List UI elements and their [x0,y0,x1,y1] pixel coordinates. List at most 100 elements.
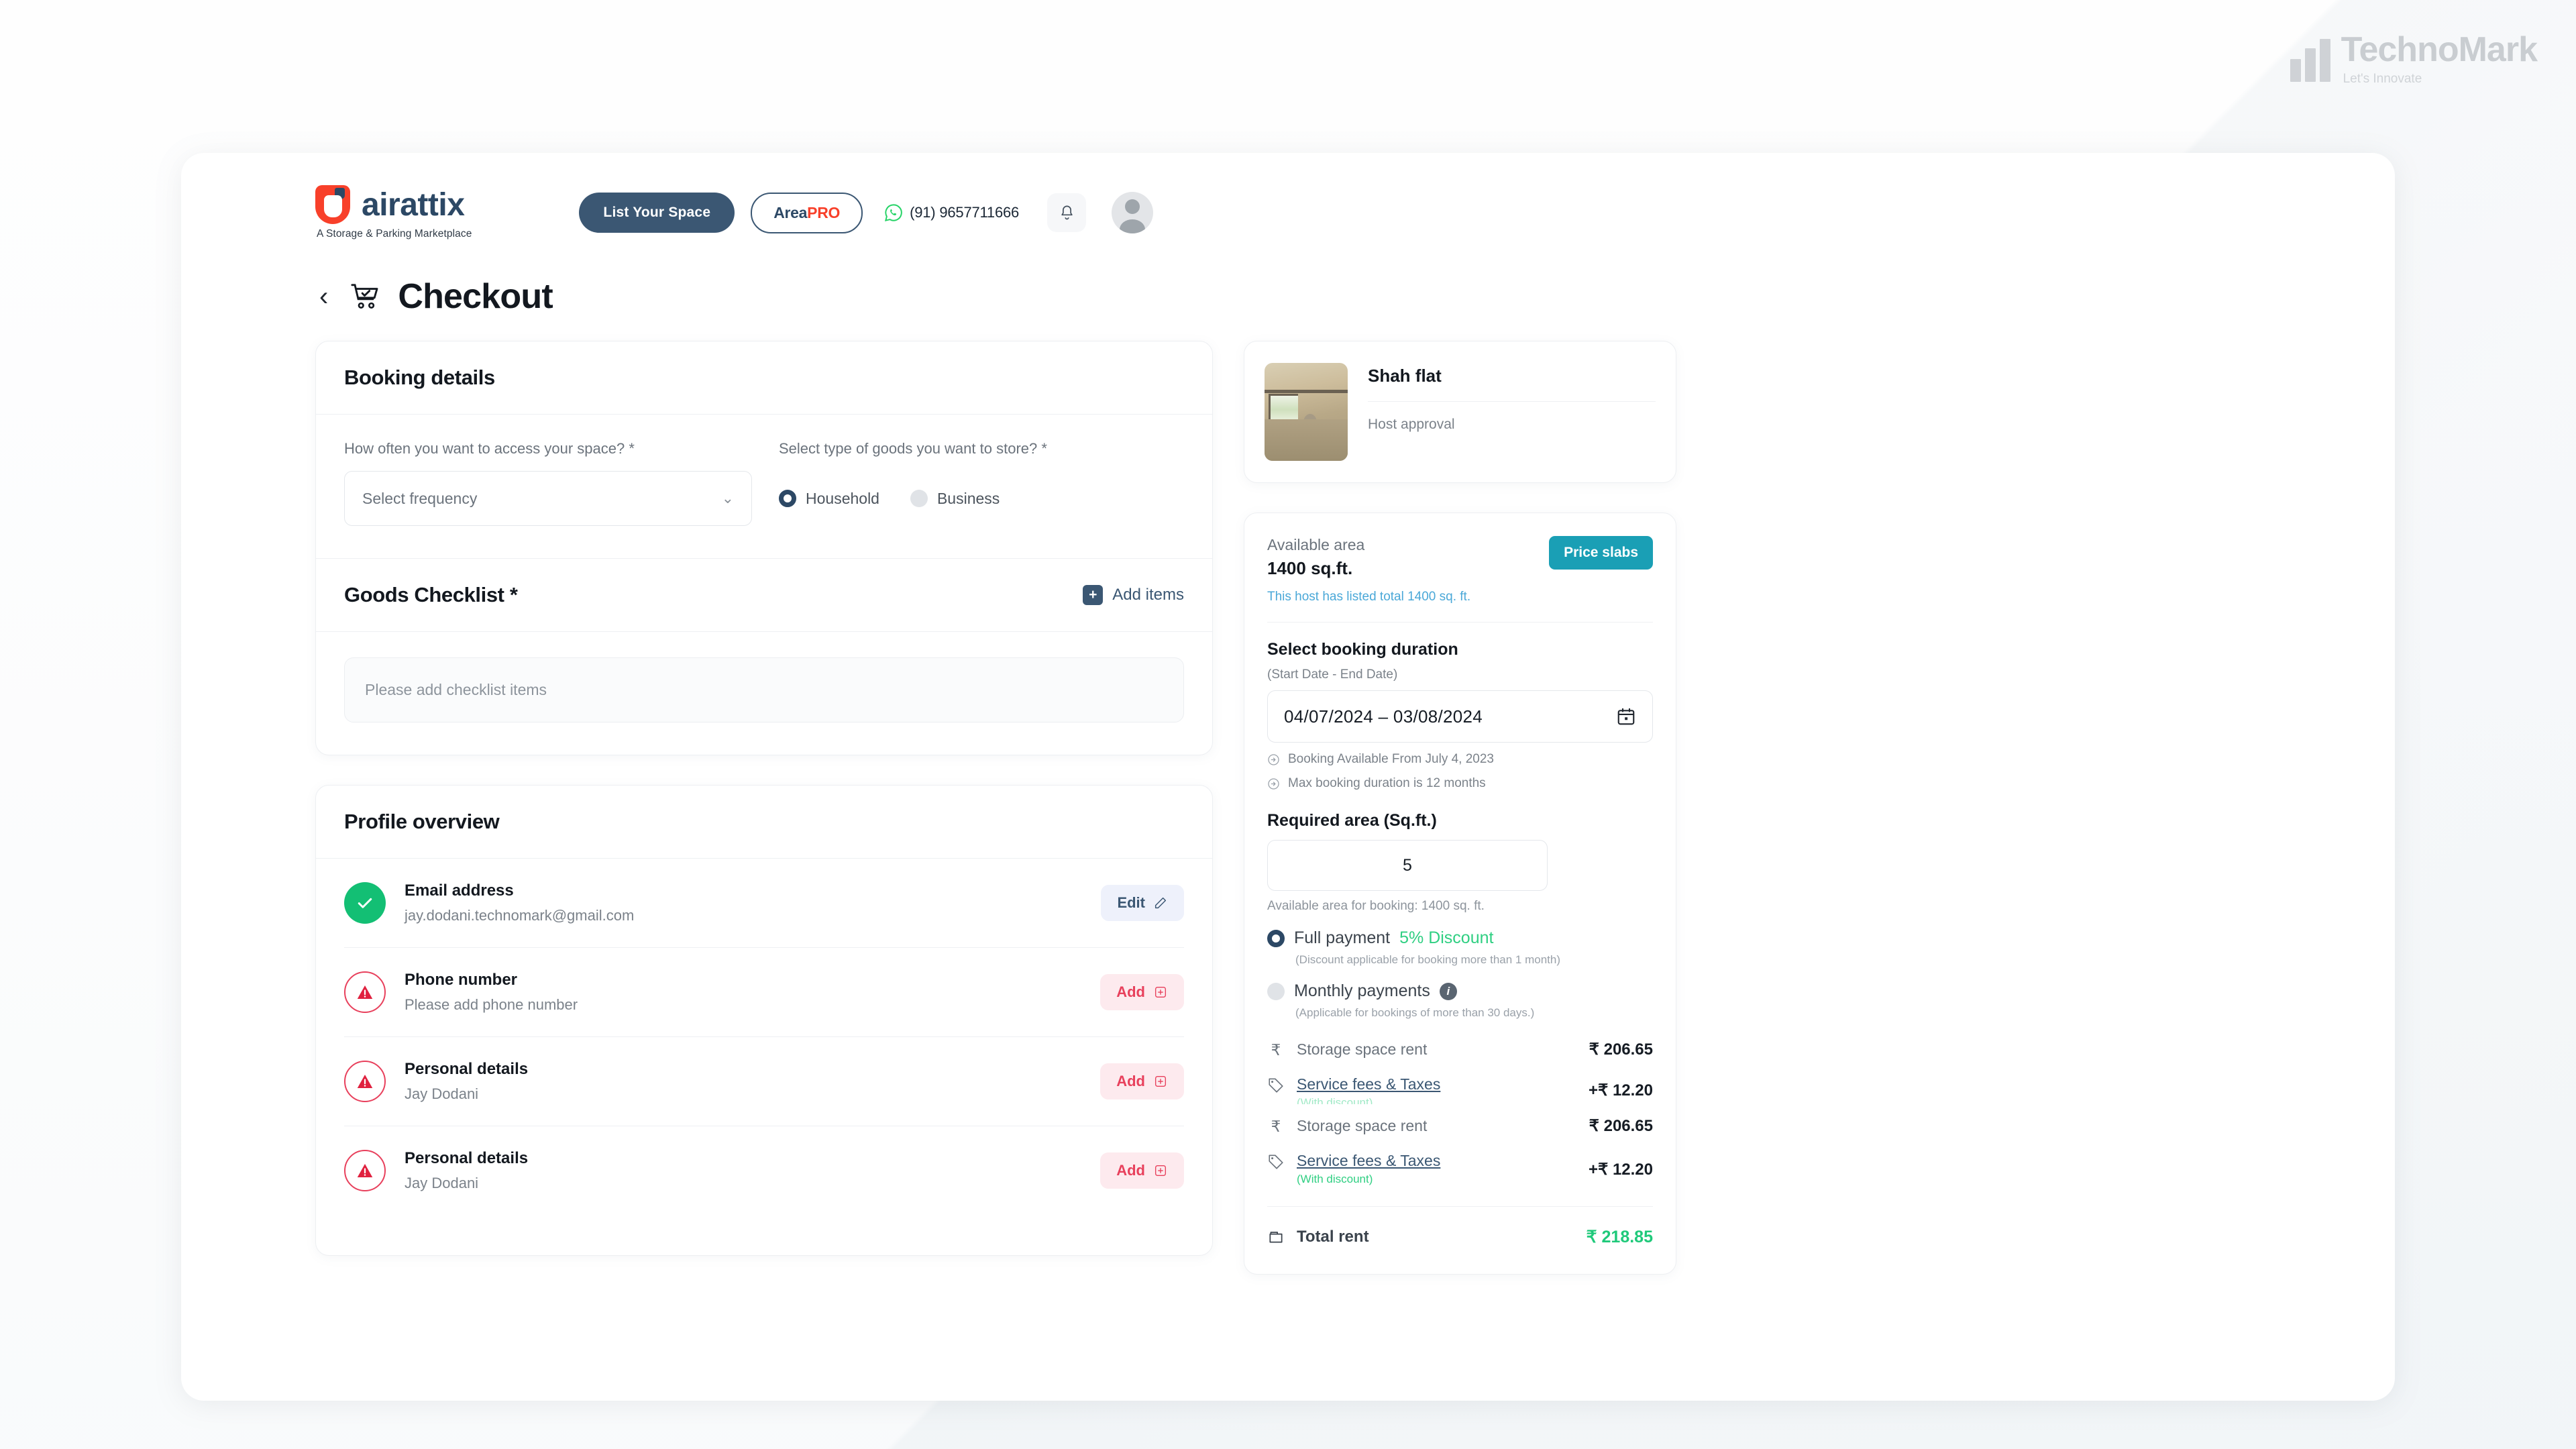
full-payment-discount: 5% Discount [1399,928,1494,947]
notification-bell-button[interactable] [1047,193,1087,232]
space-name: Shah flat [1368,366,1656,402]
user-avatar[interactable] [1112,192,1154,233]
price-slabs-button[interactable]: Price slabs [1549,536,1653,570]
tag-icon [1269,1155,1283,1169]
payment-option-full[interactable]: Full payment 5% Discount [1267,928,1653,948]
chevron-down-icon: ⌄ [721,490,734,506]
required-area-note: Available area for booking: 1400 sq. ft. [1267,899,1485,913]
goods-option-business[interactable]: Business [910,490,1000,508]
browser-window: airattix A Storage & Parking Marketplace… [181,153,2395,1401]
add-personal-details-button-2[interactable]: Add [1100,1152,1184,1189]
full-payment-label: Full payment [1294,928,1391,947]
table-row: Email address jay.dodani.technomark@gmai… [344,859,1184,948]
price-row-amount: +₹ 12.20 [1588,1161,1653,1179]
table-row: Personal details Jay Dodani Add [344,1037,1184,1126]
profile-row-subtitle: Jay Dodani [405,1175,479,1191]
list-your-space-button[interactable]: List Your Space [579,193,735,233]
booking-duration-subtitle: (Start Date - End Date) [1267,667,1398,682]
areapro-label-pro: PRO [807,203,841,221]
booking-duration-title: Select booking duration [1267,640,1458,659]
booking-hint-text: Booking Available From July 4, 2023 [1288,752,1494,766]
profile-overview-card: Profile overview Email address jay.dodan… [315,785,1213,1256]
checklist-empty-message: Please add checklist items [344,657,1184,722]
frequency-field: How often you want to access your space?… [344,440,752,526]
technomark-watermark: TechnoMark Let's Innovate [2290,30,2538,86]
required-area-title: Required area (Sq.ft.) [1267,811,1437,830]
radio-business-icon [910,490,928,507]
total-rent-label: Total rent [1297,1228,1369,1246]
price-row: ₹ Storage space rent ₹ 206.65 [1267,1116,1653,1136]
add-items-label: Add items [1112,586,1184,604]
total-rent-amount: ₹ 218.85 [1586,1228,1653,1246]
service-fees-link[interactable]: Service fees & Taxes [1297,1075,1440,1093]
profile-row-title: Personal details [405,1060,529,1078]
price-row: Service fees & Taxes (With discount) +₹ … [1267,1075,1653,1104]
warning-triangle-icon [344,1150,386,1191]
add-button-label: Add [1116,983,1145,1000]
shopping-cart-check-icon [351,284,378,309]
technomark-bars-icon [2290,32,2330,82]
radio-household-icon [779,490,796,507]
payment-option-monthly[interactable]: Monthly payments i [1267,981,1653,1001]
frequency-select-value: Select frequency [362,489,478,507]
booking-details-header: Booking details [316,341,1212,415]
add-phone-button[interactable]: Add [1100,974,1184,1010]
profile-overview-title: Profile overview [344,810,500,833]
booking-summary-card: Available area 1400 sq.ft. Price slabs T… [1244,513,1676,1275]
space-thumbnail [1265,363,1348,461]
brand-tagline: A Storage & Parking Marketplace [317,228,472,239]
space-summary-card: Shah flat Host approval [1244,341,1676,483]
monthly-payments-label: Monthly payments [1294,981,1430,1000]
areapro-label-area: Area [773,203,808,221]
calendar-icon [1617,708,1635,725]
plus-square-icon [1155,1165,1167,1177]
check-circle-icon [344,882,386,924]
with-discount-note: (With discount) [1297,1096,1373,1104]
plus-square-icon [1155,1075,1167,1087]
brand-name: airattix [362,186,465,223]
phone-contact[interactable]: (91) 9657711666 [884,203,1019,222]
frequency-label: How often you want to access your space?… [344,440,635,457]
space-status-badge: Host approval [1368,417,1455,432]
brand-logo[interactable]: airattix A Storage & Parking Marketplace [315,185,472,240]
site-header: airattix A Storage & Parking Marketplace… [181,153,2395,254]
edit-email-button[interactable]: Edit [1101,885,1184,921]
add-personal-details-button[interactable]: Add [1100,1063,1184,1099]
price-row-name: Storage space rent [1297,1040,1428,1058]
date-range-input[interactable]: 04/07/2024 – 03/08/2024 [1267,690,1653,743]
price-row-amount: +₹ 12.20 [1588,1081,1653,1099]
required-area-input[interactable]: 5 [1267,840,1548,891]
profile-row-subtitle: Please add phone number [405,996,578,1013]
goods-option-business-label: Business [936,489,1000,507]
radio-monthly-payments-icon [1267,982,1285,1000]
frequency-select[interactable]: Select frequency ⌄ [344,471,752,526]
wallet-icon [1269,1232,1283,1243]
tag-icon [1269,1078,1283,1093]
total-rent-row: Total rent ₹ 218.85 [1267,1206,1653,1247]
info-icon[interactable]: i [1439,982,1457,1000]
rupee-icon: ₹ [1271,1117,1281,1135]
watermark-tagline: Let's Innovate [2343,72,2422,86]
goods-checklist-header: Goods Checklist * + Add items [316,558,1212,632]
main-content: Booking details How often you want to ac… [181,317,2395,1304]
goods-checklist-body: Please add checklist items [316,632,1212,755]
areapro-button[interactable]: AreaPRO [751,192,863,233]
watermark-name: TechnoMark [2341,30,2538,69]
add-items-button[interactable]: + Add items [1083,585,1184,605]
arrow-right-circle-icon [1268,753,1279,765]
phone-number: (91) 9657711666 [910,204,1020,221]
goods-option-household[interactable]: Household [779,490,879,508]
warning-triangle-icon [344,1061,386,1102]
notification-bell-icon [1061,205,1073,219]
profile-row-subtitle: jay.dodani.technomark@gmail.com [405,907,635,924]
host-listed-note: This host has listed total 1400 sq. ft. [1267,590,1653,623]
booking-details-body: How often you want to access your space?… [316,415,1212,558]
back-chevron-icon[interactable]: ‹ [315,283,332,310]
available-area-label: Available area [1267,536,1365,553]
booking-hint: Booking Available From July 4, 2023 [1267,752,1653,767]
profile-overview-header: Profile overview [316,786,1212,859]
goods-type-label: Select type of goods you want to store? … [779,440,1047,457]
price-row-amount: ₹ 206.65 [1589,1117,1653,1135]
airattix-mark-icon [315,185,350,224]
service-fees-link[interactable]: Service fees & Taxes [1297,1152,1440,1170]
